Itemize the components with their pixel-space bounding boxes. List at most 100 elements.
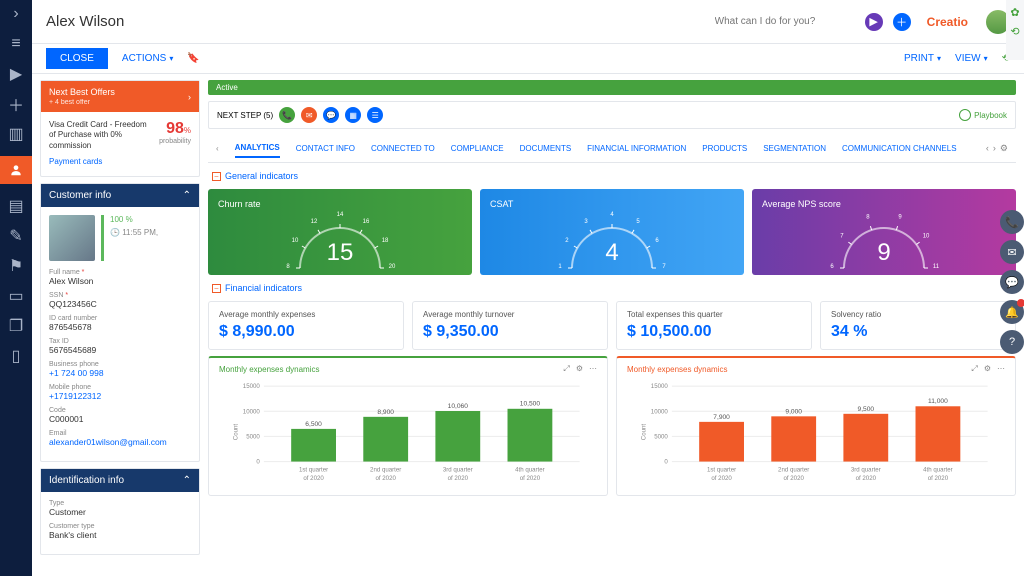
customer-field: Emailalexander01wilson@gmail.com <box>49 430 191 447</box>
tab-segmentation[interactable]: SEGMENTATION <box>763 140 826 157</box>
float-mail-icon[interactable]: ✉ <box>1000 240 1024 264</box>
tab-contact-info[interactable]: CONTACT INFO <box>296 140 355 157</box>
customer-info-panel: Customer info⌃ 100 % 🕒 11:55 PM, Full na… <box>40 183 200 462</box>
chart-header: Monthly expenses dynamics ⤢ ⚙ ⋯ <box>219 364 597 374</box>
kpi-value: $ 8,990.00 <box>219 323 393 341</box>
doc-icon[interactable]: ▯ <box>8 348 24 364</box>
menu-icon[interactable]: ≡ <box>8 36 24 52</box>
tab-prev-icon[interactable]: ‹ <box>986 143 989 154</box>
clipboard-icon[interactable]: ▤ <box>8 198 24 214</box>
topbar: Alex Wilson ▶ ＋ Creatio <box>32 0 1024 44</box>
svg-text:3rd quarter: 3rd quarter <box>443 467 473 474</box>
tab-documents[interactable]: DOCUMENTS <box>520 140 572 157</box>
plus-icon[interactable]: ＋ <box>8 96 24 112</box>
tag-icon[interactable]: 🔖 <box>187 53 199 64</box>
step-more-icon[interactable]: ☰ <box>367 107 383 123</box>
collapse-icon[interactable]: – <box>212 284 221 293</box>
chart-title: Monthly expenses dynamics <box>219 365 320 374</box>
tab-connected-to[interactable]: CONNECTED TO <box>371 140 435 157</box>
building-icon[interactable]: ▥ <box>8 126 24 142</box>
chat-icon[interactable]: ❐ <box>8 318 24 334</box>
tab-communication-channels[interactable]: COMMUNICATION CHANNELS <box>842 140 957 157</box>
section-general: – General indicators <box>208 169 1016 183</box>
close-button[interactable]: CLOSE <box>46 48 108 69</box>
step-mail-icon[interactable]: ✉ <box>301 107 317 123</box>
chart-gear-icon[interactable]: ⚙ <box>984 364 991 374</box>
svg-text:of 2020: of 2020 <box>856 475 877 482</box>
svg-text:of 2020: of 2020 <box>520 475 541 482</box>
svg-text:16: 16 <box>363 219 370 225</box>
tab-gear-icon[interactable]: ⚙ <box>1000 143 1008 154</box>
chart-expand-icon[interactable]: ⤢ <box>563 364 569 374</box>
tab-next-icon[interactable]: › <box>993 143 996 154</box>
svg-text:7,900: 7,900 <box>713 414 730 421</box>
tab-prev-main-icon[interactable]: ‹ <box>216 144 219 153</box>
search-input[interactable] <box>715 16 855 27</box>
svg-text:8,900: 8,900 <box>377 409 394 416</box>
offer-text: Visa Credit Card - Freedom of Purchase w… <box>49 120 153 151</box>
view-menu[interactable]: VIEW▾ <box>955 53 988 64</box>
voice-icon[interactable]: ▶ <box>865 13 883 31</box>
offer-probability: 98% probability <box>159 120 191 168</box>
customer-field: CodeC000001 <box>49 407 191 424</box>
customer-info-header[interactable]: Customer info⌃ <box>41 184 199 207</box>
field-value: Customer <box>49 507 191 517</box>
actions-menu[interactable]: ACTIONS▾ <box>122 53 173 64</box>
sync-icon[interactable]: ⟲ <box>1010 25 1019 38</box>
svg-text:10000: 10000 <box>651 408 669 415</box>
identification-header[interactable]: Identification info⌃ <box>41 469 199 492</box>
field-value: QQ123456C <box>49 299 191 309</box>
svg-text:15000: 15000 <box>243 383 261 390</box>
svg-text:2: 2 <box>565 238 569 244</box>
playbook-link[interactable]: Playbook <box>959 109 1007 121</box>
float-bell-icon[interactable]: 🔔 <box>1000 300 1024 324</box>
add-icon[interactable]: ＋ <box>893 13 911 31</box>
svg-text:1st quarter: 1st quarter <box>299 467 328 474</box>
play-icon[interactable]: ▶ <box>8 66 24 82</box>
edit-icon[interactable]: ✎ <box>8 228 24 244</box>
svg-text:12: 12 <box>311 219 318 225</box>
step-chat-icon[interactable]: 💬 <box>323 107 339 123</box>
tab-compliance[interactable]: COMPLIANCE <box>451 140 504 157</box>
kpi-title: Average monthly expenses <box>219 310 393 319</box>
float-phone-icon[interactable]: 📞 <box>1000 210 1024 234</box>
person-icon[interactable] <box>0 156 32 184</box>
flag-icon[interactable]: ⚑ <box>8 258 24 274</box>
svg-text:5000: 5000 <box>654 433 668 440</box>
kpi-value: $ 9,350.00 <box>423 323 597 341</box>
chart-more-icon[interactable]: ⋯ <box>589 364 597 374</box>
offer-header[interactable]: Next Best Offers+ 4 best offer › <box>41 81 199 112</box>
field-value[interactable]: alexander01wilson@gmail.com <box>49 437 191 447</box>
right-strip: ✿ ⟲ <box>1006 0 1024 60</box>
profile-completeness: 100 % <box>110 215 158 224</box>
chevron-icon[interactable]: › <box>8 6 24 22</box>
step-call-icon[interactable]: 📞 <box>279 107 295 123</box>
step-task-icon[interactable]: ▦ <box>345 107 361 123</box>
svg-text:0: 0 <box>664 459 668 466</box>
tab-analytics[interactable]: ANALYTICS <box>235 139 280 158</box>
field-value: Alex Wilson <box>49 276 191 286</box>
svg-text:10000: 10000 <box>243 408 261 415</box>
collapse-icon[interactable]: – <box>212 172 221 181</box>
identification-field: TypeCustomer <box>49 500 191 517</box>
book-icon[interactable]: ▭ <box>8 288 24 304</box>
print-menu[interactable]: PRINT▾ <box>904 53 941 64</box>
svg-text:15000: 15000 <box>651 383 669 390</box>
float-chat-icon[interactable]: 💬 <box>1000 270 1024 294</box>
tab-products[interactable]: PRODUCTS <box>702 140 747 157</box>
float-help-icon[interactable]: ? <box>1000 330 1024 354</box>
chevron-up-icon: ⌃ <box>183 475 191 486</box>
tab-financial-information[interactable]: FINANCIAL INFORMATION <box>587 140 686 157</box>
chart-more-icon[interactable]: ⋯ <box>997 364 1005 374</box>
offer-link[interactable]: Payment cards <box>49 157 153 167</box>
svg-text:5000: 5000 <box>246 433 260 440</box>
chart-expand-icon[interactable]: ⤢ <box>971 364 977 374</box>
chart-gear-icon[interactable]: ⚙ <box>576 364 583 374</box>
status-bar[interactable]: Active <box>208 80 1016 95</box>
tabs: ‹ ANALYTICS CONTACT INFO CONNECTED TO COMPL… <box>208 135 1016 163</box>
gear-icon[interactable]: ✿ <box>1010 6 1019 19</box>
kpi-value: $ 10,500.00 <box>627 323 801 341</box>
field-value[interactable]: +1719122312 <box>49 391 191 401</box>
svg-text:10,500: 10,500 <box>520 401 541 408</box>
field-value[interactable]: +1 724 00 998 <box>49 368 191 378</box>
